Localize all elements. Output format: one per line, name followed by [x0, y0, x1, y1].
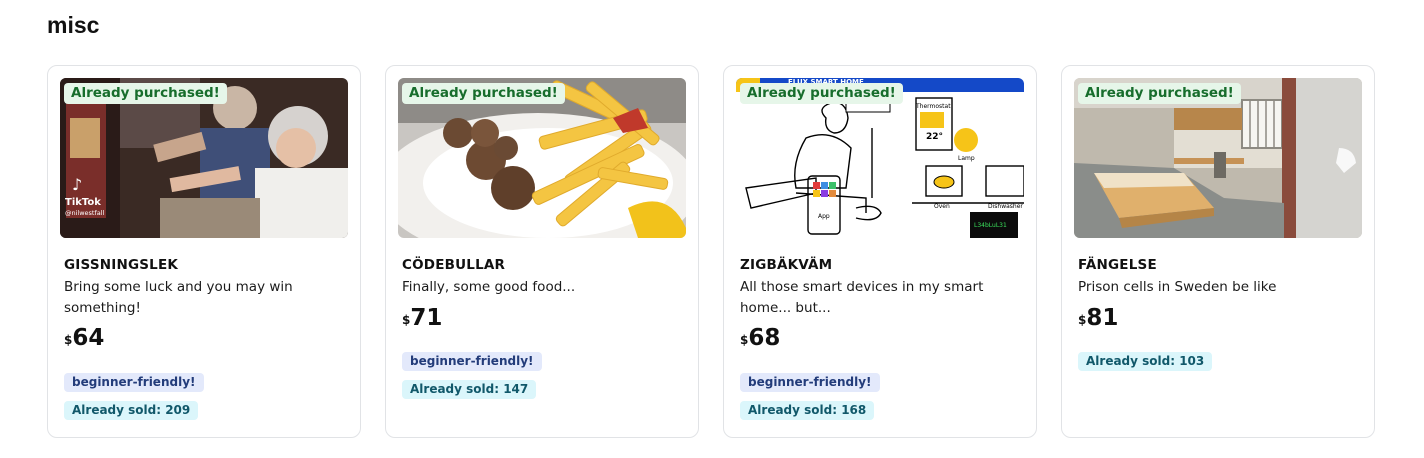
- tiktok-handle: @nilwestfall: [65, 209, 105, 217]
- tag-beginner-friendly: beginner-friendly!: [64, 373, 204, 392]
- price-amount: 68: [748, 325, 781, 351]
- product-price: $64: [64, 325, 104, 351]
- sold-count-badge: Already sold: 147: [402, 380, 537, 399]
- product-description: Prison cells in Sweden be like: [1078, 279, 1277, 295]
- tiktok-logo-icon: ♪: [72, 175, 82, 194]
- price-currency: $: [740, 333, 749, 347]
- price-amount: 71: [410, 305, 443, 331]
- product-card-zigbakvam[interactable]: FLUX SMART HOME Thermostat 22° Lamp Oven…: [723, 65, 1037, 438]
- product-description: Finally, some good food...: [402, 279, 576, 295]
- sold-count-badge: Already sold: 103: [1078, 352, 1213, 371]
- product-name: CÖDEBULLAR: [402, 257, 506, 273]
- product-name: GISSNINGSLEK: [64, 257, 179, 273]
- price-currency: $: [402, 313, 411, 327]
- product-description: Bring some luck and you may win somethin…: [64, 279, 293, 316]
- purchased-badge: Already purchased!: [402, 83, 565, 104]
- temperature-label: 22°: [926, 132, 943, 142]
- tag-beginner-friendly: beginner-friendly!: [740, 373, 880, 392]
- thermostat-label: Thermostat: [915, 103, 951, 110]
- section-title: misc: [47, 12, 100, 38]
- app-label: App: [818, 213, 830, 220]
- oven-label: Oven: [934, 203, 950, 210]
- product-image-casino: TikTok @nilwestfall ♪ Already purchased!: [60, 78, 348, 238]
- price-amount: 81: [1086, 305, 1119, 331]
- product-price: $81: [1078, 305, 1118, 331]
- sold-count-badge: Already sold: 209: [64, 401, 199, 420]
- product-name: FÄNGELSE: [1078, 257, 1157, 273]
- product-price: $71: [402, 305, 442, 331]
- product-image-smart-home: FLUX SMART HOME Thermostat 22° Lamp Oven…: [736, 78, 1024, 238]
- purchased-badge: Already purchased!: [1078, 83, 1241, 104]
- price-amount: 64: [72, 325, 105, 351]
- product-image-meatballs: Already purchased!: [398, 78, 686, 238]
- lamp-label: Lamp: [958, 155, 975, 162]
- tag-beginner-friendly: beginner-friendly!: [402, 352, 542, 371]
- product-name: ZIGBÄKVÄM: [740, 257, 833, 273]
- product-price: $68: [740, 325, 780, 351]
- price-currency: $: [1078, 313, 1087, 327]
- price-currency: $: [64, 333, 73, 347]
- purchased-badge: Already purchased!: [64, 83, 227, 104]
- dishwasher-label: Dishwasher: [988, 203, 1023, 210]
- product-card-fangelse[interactable]: Already purchased! FÄNGELSE Prison cells…: [1061, 65, 1375, 438]
- tiktok-caption: TikTok: [65, 197, 101, 208]
- screen-label: L34bLuL31: [974, 222, 1007, 229]
- product-card-codebullar[interactable]: Already purchased! CÖDEBULLAR Finally, s…: [385, 65, 699, 438]
- product-description: All those smart devices in my smart home…: [740, 279, 984, 316]
- purchased-badge: Already purchased!: [740, 83, 903, 104]
- sold-count-badge: Already sold: 168: [740, 401, 875, 420]
- product-card-gissningslek[interactable]: TikTok @nilwestfall ♪ Already purchased!…: [47, 65, 361, 438]
- product-image-prison-cell: Already purchased!: [1074, 78, 1362, 238]
